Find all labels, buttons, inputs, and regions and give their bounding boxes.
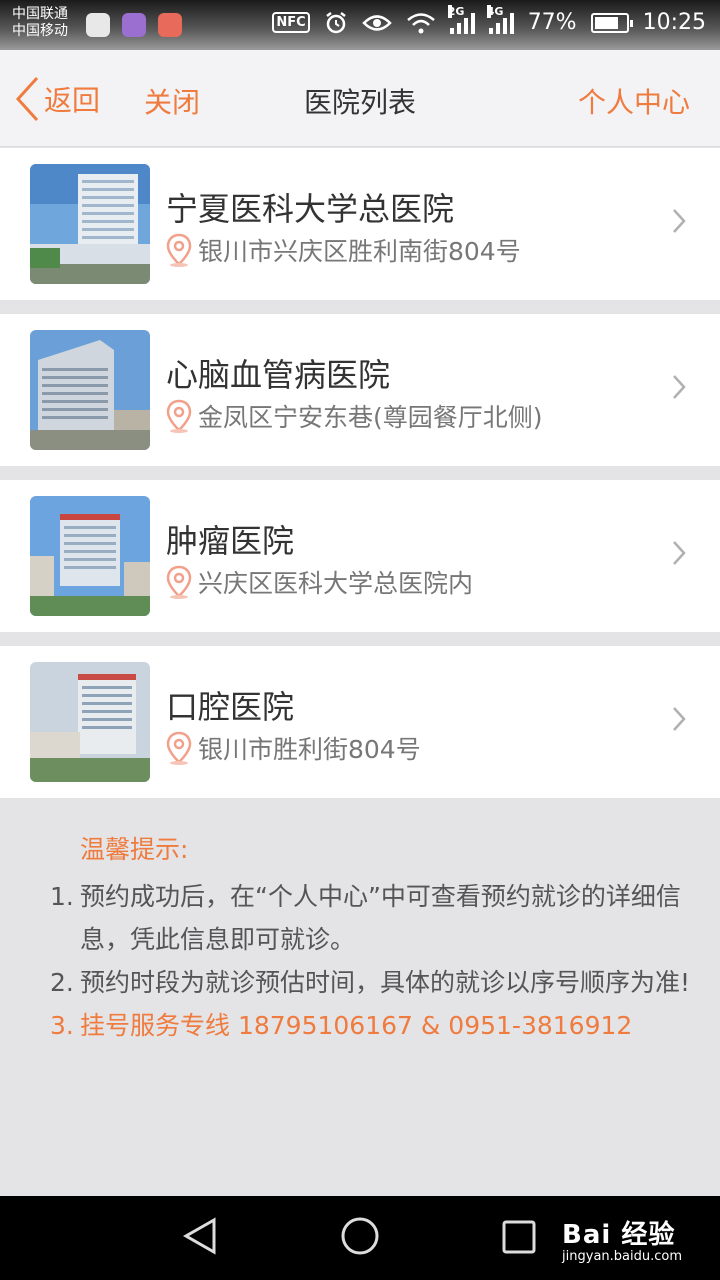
hospital-item[interactable]: 心脑血管病医院 金凤区宁安东巷(尊园餐厅北侧) bbox=[0, 314, 720, 466]
battery-percent: 77% bbox=[527, 10, 577, 35]
location-pin-icon bbox=[166, 565, 192, 599]
status-icons: NFC 2G 4G 77% 10:25 bbox=[272, 4, 706, 35]
location-pin-icon bbox=[166, 731, 192, 765]
alarm-icon bbox=[325, 11, 346, 33]
close-button[interactable]: 关闭 bbox=[144, 81, 200, 121]
hospital-photo bbox=[30, 330, 150, 450]
address-text: 金凤区宁安东巷(尊园餐厅北侧) bbox=[198, 403, 543, 432]
baidu-jingyan-watermark: Bai 经验 jingyan.baidu.com bbox=[562, 1214, 682, 1264]
eye-comfort-icon bbox=[361, 14, 392, 31]
tips-section: 温馨提示: 1. 预约成功后，在“个人中心”中可查看预约就诊的详细信息，凭此信息… bbox=[0, 800, 720, 1047]
chevron-right-icon bbox=[673, 375, 686, 399]
hospital-name: 口腔医院 bbox=[166, 688, 295, 726]
back-triangle-icon[interactable] bbox=[182, 1216, 218, 1256]
address-text: 银川市兴庆区胜利南街804号 bbox=[198, 237, 521, 266]
hospital-name: 宁夏医科大学总医院 bbox=[166, 190, 455, 228]
hospital-photo bbox=[30, 496, 150, 616]
tip-item: 1. 预约成功后，在“个人中心”中可查看预约就诊的详细信息，凭此信息即可就诊。 bbox=[50, 875, 720, 961]
hospital-list: 宁夏医科大学总医院 银川市兴庆区胜利南街804号 心脑血管病医院 金凤区宁安东巷… bbox=[0, 148, 720, 812]
signal-2g-icon: 2G bbox=[447, 4, 475, 34]
chevron-right-icon bbox=[673, 541, 686, 565]
battery-icon bbox=[590, 12, 633, 33]
network-type-4g: 4G bbox=[486, 4, 504, 18]
watermark-logo: Bai 经验 bbox=[562, 1220, 676, 1250]
tip-text: 预约时段为就诊预估时间，具体的就诊以序号顺序为准! bbox=[80, 968, 691, 997]
back-label: 返回 bbox=[44, 84, 101, 117]
network-type-2g: 2G bbox=[447, 4, 465, 18]
carrier-1: 中国联通 bbox=[12, 6, 68, 22]
hospital-photo bbox=[30, 164, 150, 284]
navigation-bar: 返回 关闭 医院列表 个人中心 bbox=[0, 50, 720, 147]
hospital-address: 金凤区宁安东巷(尊园餐厅北侧) bbox=[166, 398, 543, 434]
tip-text: 预约成功后，在“个人中心”中可查看预约就诊的详细信息，凭此信息即可就诊。 bbox=[80, 882, 681, 954]
gallery-notification-icon bbox=[122, 13, 146, 37]
hospital-address: 银川市胜利街804号 bbox=[166, 730, 421, 766]
status-bar: 中国联通 中国移动 NFC 2G 4G 77% 10:25 bbox=[0, 0, 720, 50]
wifi-icon bbox=[406, 12, 435, 33]
hospital-item[interactable]: 口腔医院 银川市胜利街804号 bbox=[0, 646, 720, 798]
profile-center-button[interactable]: 个人中心 bbox=[578, 81, 690, 121]
hospital-address: 银川市兴庆区胜利南街804号 bbox=[166, 232, 521, 268]
chevron-right-icon bbox=[673, 707, 686, 731]
tip-number: 3. bbox=[50, 1011, 74, 1040]
recent-apps-icon[interactable] bbox=[502, 1220, 536, 1254]
address-text: 兴庆区医科大学总医院内 bbox=[198, 569, 474, 598]
hotline-text[interactable]: 挂号服务专线 18795106167 & 0951-3816912 bbox=[80, 1004, 632, 1047]
carrier-labels: 中国联通 中国移动 bbox=[12, 6, 68, 40]
app-notification-icon-2 bbox=[158, 13, 182, 37]
hospital-address: 兴庆区医科大学总医院内 bbox=[166, 564, 473, 600]
clock: 10:25 bbox=[642, 10, 706, 35]
tip-number: 2. bbox=[50, 968, 74, 997]
system-navigation-bar: Bai 经验 jingyan.baidu.com bbox=[0, 1196, 720, 1280]
hospital-name: 肿瘤医院 bbox=[166, 522, 295, 560]
app-notification-icon bbox=[86, 13, 110, 37]
back-button[interactable]: 返回 bbox=[14, 76, 100, 122]
tips-title: 温馨提示: bbox=[80, 835, 189, 864]
home-circle-icon[interactable] bbox=[340, 1216, 380, 1256]
hospital-photo bbox=[30, 662, 150, 782]
location-pin-icon bbox=[166, 399, 192, 433]
tip-number: 1. bbox=[50, 882, 74, 911]
chevron-left-icon bbox=[15, 76, 39, 122]
chevron-right-icon bbox=[673, 209, 686, 233]
tip-hotline: 3. 挂号服务专线 18795106167 & 0951-3816912 bbox=[50, 1004, 720, 1047]
watermark-url: jingyan.baidu.com bbox=[562, 1249, 682, 1264]
hospital-item[interactable]: 肿瘤医院 兴庆区医科大学总医院内 bbox=[0, 480, 720, 632]
location-pin-icon bbox=[166, 233, 192, 267]
nfc-icon: NFC bbox=[272, 12, 310, 33]
hospital-item[interactable]: 宁夏医科大学总医院 银川市兴庆区胜利南街804号 bbox=[0, 148, 720, 300]
signal-4g-icon: 4G bbox=[486, 4, 514, 34]
address-text: 银川市胜利街804号 bbox=[198, 735, 421, 764]
carrier-2: 中国移动 bbox=[12, 23, 68, 39]
hospital-name: 心脑血管病医院 bbox=[166, 356, 391, 394]
tip-item: 2. 预约时段为就诊预估时间，具体的就诊以序号顺序为准! bbox=[50, 961, 720, 1004]
